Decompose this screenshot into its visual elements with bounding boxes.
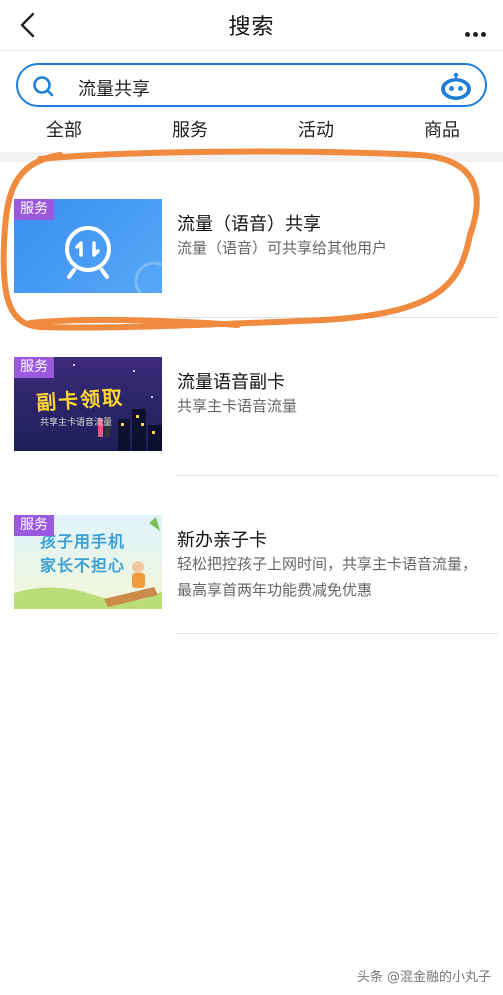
result-title: 流量语音副卡: [177, 372, 285, 393]
result-separator: [176, 317, 498, 318]
search-icon: [33, 76, 54, 97]
result-thumbnail: 服务: [14, 199, 162, 293]
service-badge: 服务: [14, 515, 54, 536]
result-description: 轻松把控孩子上网时间，共享主卡语音流量，最高享首两年功能费减免优惠: [177, 555, 478, 599]
section-divider: [0, 152, 503, 162]
thumbnail-headline: 副卡领取: [35, 384, 125, 416]
result-title: 新办亲子卡: [177, 530, 267, 551]
watermark: 头条 @混金融的小丸子: [356, 970, 491, 985]
result-item[interactable]: 副卡领取 共享主卡语音流量 服务 流量语音副卡 共享主卡语音流量: [0, 338, 503, 488]
result-item[interactable]: 孩子用手机 家长不担心 服务 新办亲子卡 轻松把控孩子上网时间，共享主卡语音流量…: [0, 496, 503, 646]
more-options-icon[interactable]: [465, 22, 489, 37]
search-input[interactable]: 流量共享: [78, 75, 150, 101]
thumbnail-subtext: 共享主卡语音流量: [40, 418, 113, 428]
result-separator: [176, 475, 498, 476]
tab-all[interactable]: 全部: [46, 116, 82, 142]
result-description: 流量（语音）可共享给其他用户: [177, 239, 388, 257]
service-badge: 服务: [14, 357, 54, 378]
tab-service[interactable]: 服务: [172, 116, 208, 142]
filter-tabs: 全部 服务 活动 商品: [0, 112, 503, 146]
result-item[interactable]: 服务 流量（语音）共享 流量（语音）可共享给其他用户: [0, 180, 503, 330]
tab-activity[interactable]: 活动: [298, 116, 334, 142]
service-badge: 服务: [14, 199, 54, 220]
search-bar[interactable]: 流量共享: [16, 63, 487, 107]
top-bar: 搜索: [0, 0, 503, 51]
result-thumbnail: 副卡领取 共享主卡语音流量 服务: [14, 357, 162, 451]
thumbnail-headline: 家长不担心: [40, 556, 126, 575]
assistant-robot-icon[interactable]: [439, 71, 473, 101]
page-title: 搜索: [228, 15, 275, 40]
result-title: 流量（语音）共享: [177, 214, 321, 235]
result-description: 共享主卡语音流量: [177, 397, 298, 415]
tab-goods[interactable]: 商品: [424, 116, 460, 142]
result-thumbnail: 孩子用手机 家长不担心 服务: [14, 515, 162, 609]
result-separator: [176, 633, 498, 634]
